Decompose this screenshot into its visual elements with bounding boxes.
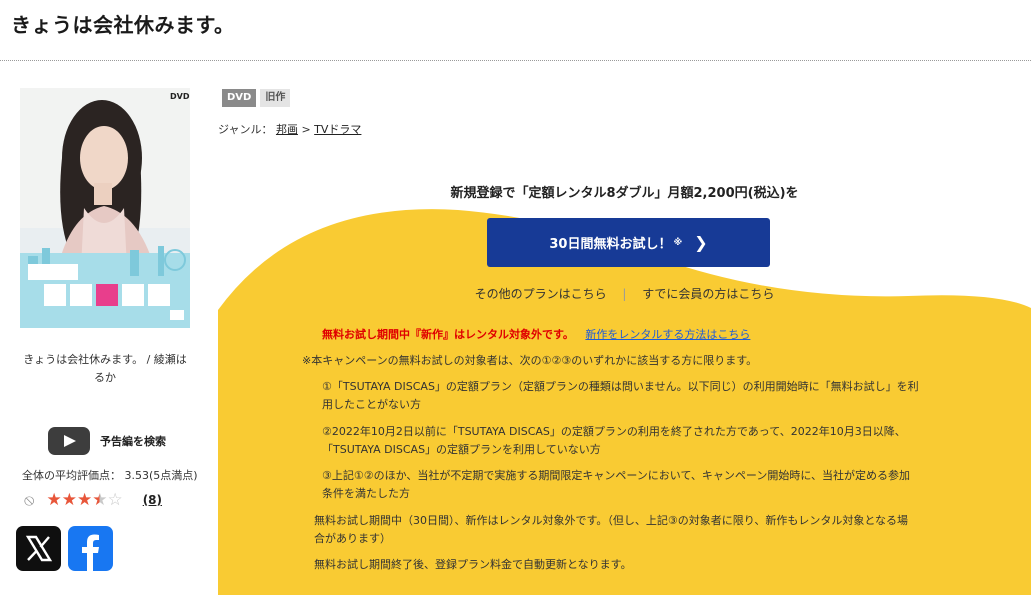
member-login-link[interactable]: すでに会員の方はこちら <box>642 287 774 301</box>
rating-row: ⦸ ★ ★ ★ ★ ☆ (8) <box>24 490 162 510</box>
star-icon: ★ <box>61 490 77 510</box>
condition-3-line-1: ③上記①②のほか、当社が不定期で実施する期間限定キャンペーンにおいて、キャンペー… <box>322 469 911 482</box>
genre-separator: > <box>301 123 311 136</box>
condition-2-line-1: ②2022年10月2日以前に「TSUTAYA DISCAS」の定額プランの利用を… <box>322 425 906 438</box>
facebook-logo-icon <box>82 534 99 571</box>
page-title: きょうは会社休みます。 <box>11 13 235 37</box>
dvd-cover-image[interactable]: DVD <box>20 88 190 328</box>
average-rating-text: 全体の平均評価点： 3.53(5点満点) <box>22 469 198 482</box>
condition-1-line-1: ①「TSUTAYA DISCAS」の定額プラン（定額プランの種類は問いません。以… <box>322 380 919 393</box>
trailer-search-label: 予告編を検索 <box>100 435 166 448</box>
rating-stars: ★ ★ ★ ★ ☆ <box>46 490 122 510</box>
facebook-share-button[interactable] <box>68 526 113 571</box>
condition-2-line-2: 「TSUTAYA DISCAS」の定額プランを利用していない方 <box>322 443 601 456</box>
chevron-right-icon: ❯ <box>694 233 708 252</box>
free-trial-label: 30日間無料お試し！ <box>549 237 672 252</box>
genre-link-houga[interactable]: 邦画 <box>276 123 298 136</box>
promo-headline: 新規登録で「定額レンタル8ダブル」月額2,200円(税込)を <box>450 186 799 201</box>
youtube-play-icon <box>48 427 90 455</box>
genre-breadcrumb: ジャンル： 邦画 > TVドラマ <box>218 121 361 137</box>
star-icon: ★ <box>46 490 62 510</box>
review-count-link[interactable]: (8) <box>143 493 162 507</box>
item-caption: きょうは会社休みます。 / 綾瀬はるか <box>23 353 187 384</box>
trial-new-release-note-line-1: 無料お試し期間中（30日間）、新作はレンタル対象外です。（但し、上記③の対象者に… <box>314 514 908 527</box>
page: きょうは会社休みます。 DVD きょうは会社休みます。 / 綾瀬はるか 予告編を… <box>0 0 1031 595</box>
star-empty-icon: ☆ <box>107 490 123 510</box>
plan-links: その他のプランはこちら | すでに会員の方はこちら <box>218 285 1031 302</box>
genre-link-tvdrama[interactable]: TVドラマ <box>314 123 361 136</box>
free-trial-button[interactable]: 30日間無料お試し！ ※ ❯ <box>487 218 770 267</box>
campaign-eligibility-intro: ※本キャンペーンの無料お試しの対象者は、次の①②③のいずれかに該当する方に限りま… <box>302 354 758 367</box>
condition-1-line-2: 用したことがない方 <box>322 398 421 411</box>
new-release-warning: 無料お試し期間中『新作』はレンタル対象外です。 新作をレンタルする方法はこちら <box>322 326 750 342</box>
star-half-icon: ★ <box>92 490 108 510</box>
auto-renewal-note: 無料お試し期間終了後、登録プラン料金で自動更新となります。 <box>314 558 632 571</box>
trailer-search-button[interactable]: 予告編を検索 <box>48 427 166 455</box>
free-trial-note-mark: ※ <box>673 237 683 248</box>
condition-3-line-2: 条件を満たした方 <box>322 487 410 500</box>
link-separator: | <box>622 287 627 301</box>
new-release-excluded-text: 無料お試し期間中『新作』はレンタル対象外です。 <box>322 328 574 341</box>
trial-new-release-note-line-2: 合があります） <box>314 532 391 545</box>
x-logo-icon <box>25 535 53 562</box>
old-release-badge: 旧作 <box>260 89 291 107</box>
no-entry-icon[interactable]: ⦸ <box>24 490 34 510</box>
new-release-howto-link[interactable]: 新作をレンタルする方法はこちら <box>585 328 750 341</box>
x-share-button[interactable] <box>16 526 61 571</box>
format-badges: DVD 旧作 <box>222 89 291 107</box>
svg-text:DVD: DVD <box>170 92 190 101</box>
other-plans-link[interactable]: その他のプランはこちら <box>475 287 607 301</box>
star-icon: ★ <box>76 490 93 510</box>
genre-label: ジャンル： <box>218 123 273 136</box>
dvd-badge: DVD <box>222 89 257 107</box>
title-divider <box>0 60 1031 61</box>
